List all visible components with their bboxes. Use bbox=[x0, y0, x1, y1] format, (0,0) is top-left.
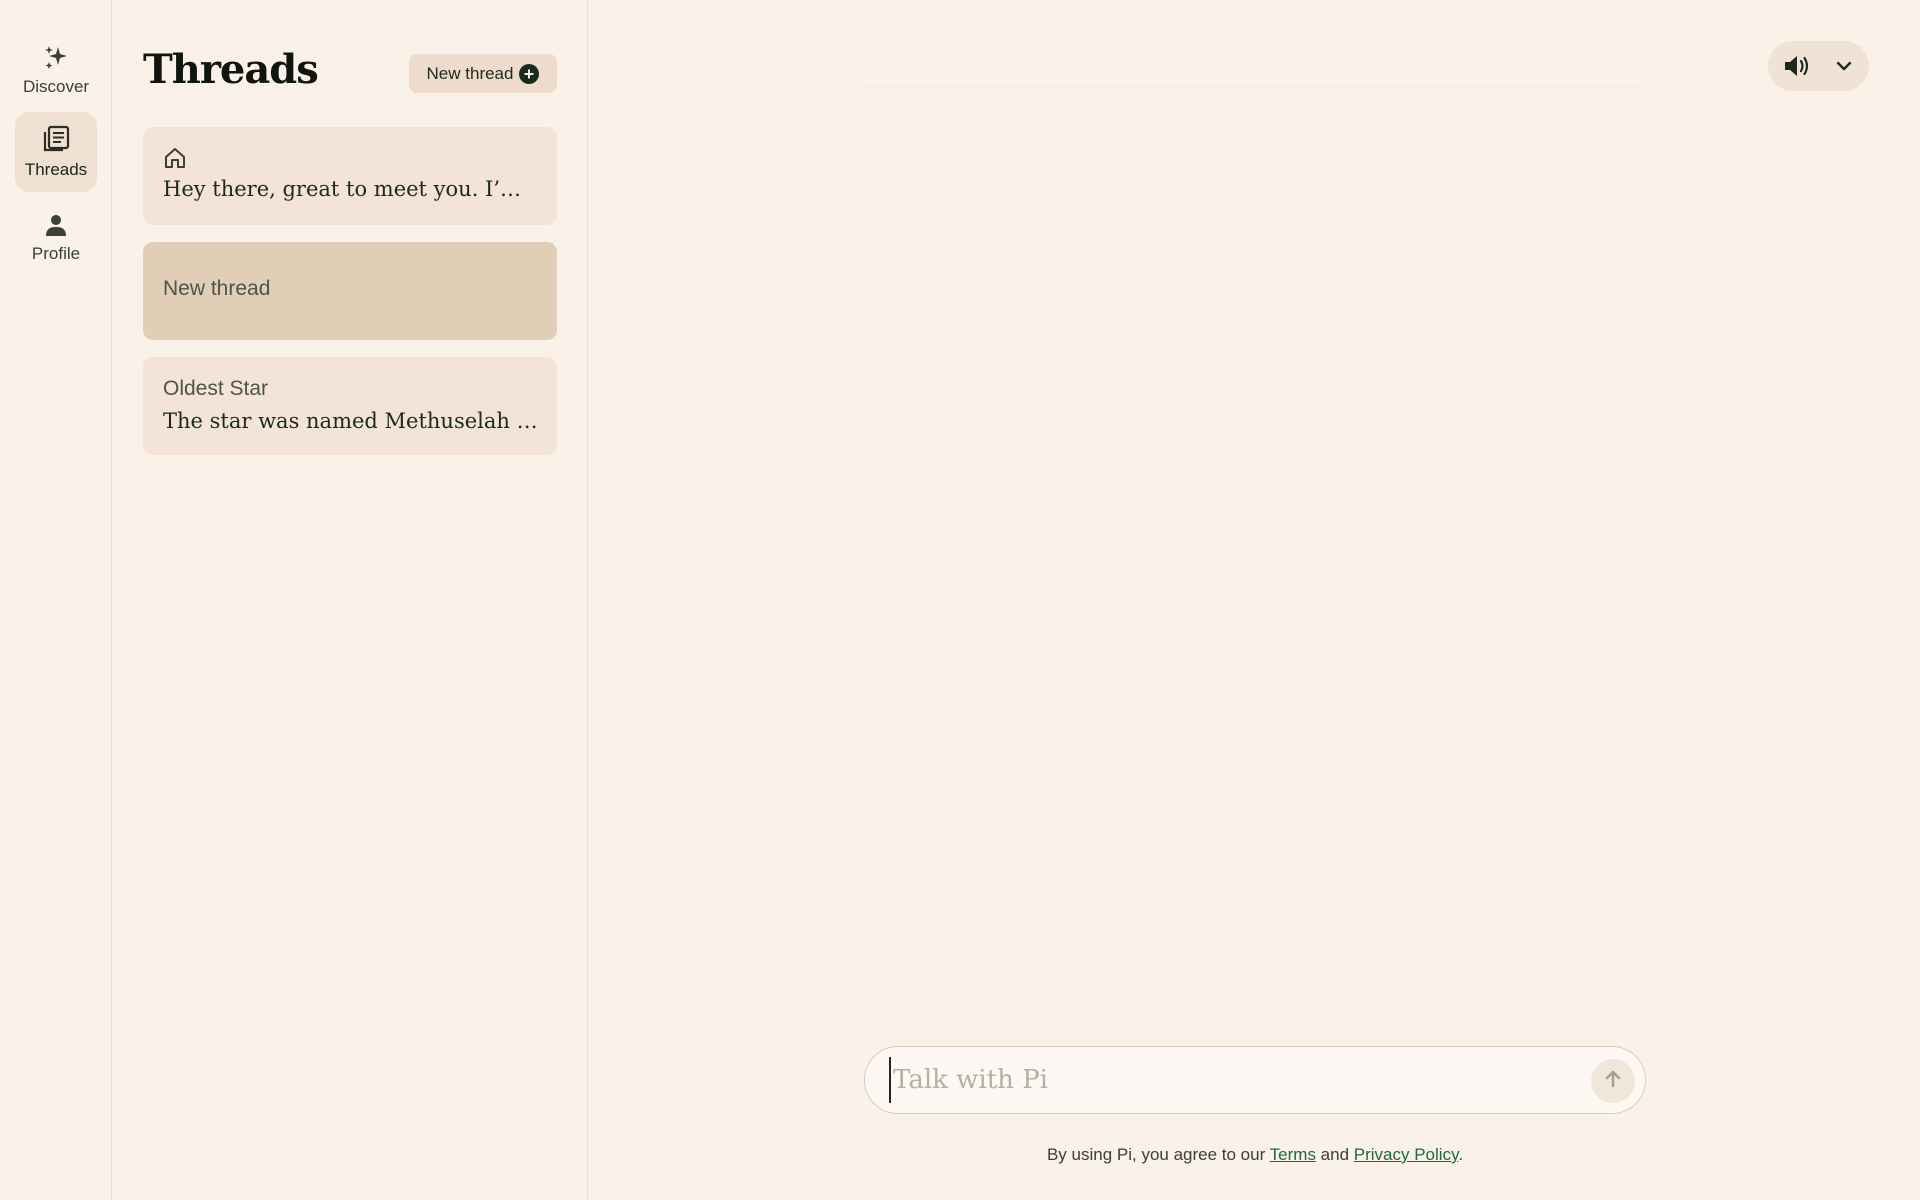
send-button[interactable] bbox=[1591, 1059, 1635, 1103]
home-icon bbox=[163, 146, 187, 175]
legal-suffix: . bbox=[1458, 1145, 1464, 1164]
nav-discover-label: Discover bbox=[22, 77, 90, 96]
app-root: Discover Threads Profile Threads New thr… bbox=[0, 0, 1920, 1200]
conversation-top-fade bbox=[862, 50, 1646, 96]
thread-card-new[interactable]: New thread bbox=[143, 242, 557, 340]
thread-card-title: Oldest Star bbox=[163, 377, 269, 400]
thread-card-preview: The star was named Methuselah after the … bbox=[163, 409, 539, 433]
sparkle-icon bbox=[42, 43, 70, 71]
terms-link[interactable]: Terms bbox=[1270, 1145, 1316, 1164]
threads-panel: Threads New thread Hey there, great to m… bbox=[112, 0, 588, 1200]
thread-card-title: New thread bbox=[163, 277, 271, 300]
person-icon bbox=[43, 212, 69, 238]
new-thread-button[interactable]: New thread bbox=[409, 54, 557, 93]
speaker-icon[interactable] bbox=[1782, 52, 1812, 80]
nav-discover[interactable]: Discover bbox=[15, 30, 97, 110]
threads-icon bbox=[41, 124, 71, 154]
icon-rail: Discover Threads Profile bbox=[0, 0, 112, 1200]
legal-notice: By using Pi, you agree to our Terms and … bbox=[864, 1145, 1646, 1165]
new-thread-button-label: New thread bbox=[426, 63, 514, 83]
nav-threads[interactable]: Threads bbox=[15, 112, 97, 192]
page-title: Threads bbox=[143, 46, 319, 93]
message-input[interactable] bbox=[889, 1057, 1549, 1103]
chevron-down-icon[interactable] bbox=[1835, 60, 1853, 72]
thread-card-oldest-star[interactable]: Oldest Star The star was named Methusela… bbox=[143, 357, 557, 455]
nav-threads-label: Threads bbox=[24, 160, 88, 179]
privacy-policy-link[interactable]: Privacy Policy bbox=[1354, 1145, 1459, 1164]
legal-and: and bbox=[1315, 1145, 1354, 1164]
thread-card-home[interactable]: Hey there, great to meet you. I’m Pi, yo… bbox=[143, 127, 557, 225]
nav-profile-label: Profile bbox=[31, 244, 81, 263]
message-composer bbox=[864, 1046, 1646, 1114]
plus-circle-icon bbox=[519, 63, 540, 84]
voice-control bbox=[1768, 41, 1869, 91]
nav-profile[interactable]: Profile bbox=[15, 198, 97, 278]
arrow-up-icon bbox=[1604, 1069, 1622, 1094]
legal-prefix: By using Pi, you agree to our bbox=[1046, 1145, 1270, 1164]
thread-card-preview: Hey there, great to meet you. I’m Pi, yo… bbox=[163, 177, 539, 201]
